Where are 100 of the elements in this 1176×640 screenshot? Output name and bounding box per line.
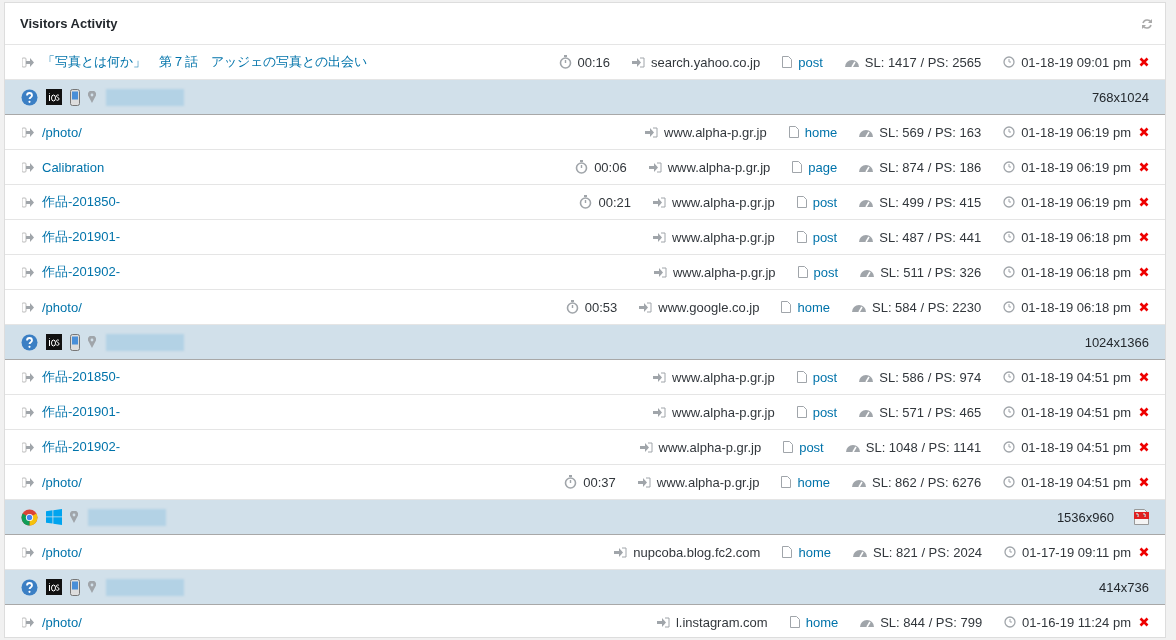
- page-title-link[interactable]: /photo/: [42, 299, 82, 315]
- screen-resolution-text: 1024x1366: [1084, 334, 1149, 350]
- exit-icon: [22, 56, 34, 68]
- delete-icon[interactable]: [1139, 57, 1149, 67]
- stopwatch-icon: [565, 300, 579, 314]
- page-type-link[interactable]: post: [798, 54, 823, 70]
- page-type-link[interactable]: post: [812, 369, 838, 385]
- exit-icon: [22, 231, 34, 243]
- sign-in-icon: [653, 406, 667, 418]
- page-type-link[interactable]: home: [797, 299, 830, 315]
- referrer-text: www.alpha-p.gr.jp: [658, 439, 762, 455]
- clock-icon: [1004, 546, 1017, 558]
- page-type-link[interactable]: home: [805, 614, 839, 630]
- exit-icon: [22, 441, 34, 453]
- location-pin-icon: [88, 581, 96, 593]
- exit-icon: [22, 301, 34, 313]
- stats-text: SL: 1417 / PS: 2565: [864, 54, 982, 70]
- stats-text: SL: 821 / PS: 2024: [872, 544, 983, 560]
- delete-icon[interactable]: [1139, 197, 1149, 207]
- page-title-link[interactable]: 作品-201901-: [42, 403, 121, 421]
- ios-logo-icon: [46, 334, 62, 350]
- page-type-link[interactable]: post: [812, 194, 838, 210]
- stopwatch-icon: [579, 195, 593, 209]
- delete-icon[interactable]: [1139, 407, 1149, 417]
- refresh-icon[interactable]: [1141, 17, 1153, 30]
- page-title-link[interactable]: 作品-201902-: [42, 263, 121, 281]
- mobile-phone-icon: [70, 578, 80, 596]
- duration-text: 00:06: [594, 159, 627, 175]
- delete-icon[interactable]: [1139, 442, 1149, 452]
- page-type-link[interactable]: post: [813, 264, 839, 280]
- page-title-link[interactable]: 作品-201850-: [42, 368, 121, 386]
- document-icon: [792, 161, 803, 173]
- delete-icon[interactable]: [1139, 372, 1149, 382]
- sign-in-icon: [648, 161, 662, 173]
- page-type-link[interactable]: home: [798, 544, 831, 560]
- location-pin-icon: [88, 336, 96, 348]
- document-icon: [782, 56, 793, 68]
- delete-icon[interactable]: [1139, 267, 1149, 277]
- document-icon: [781, 476, 792, 488]
- page-title-link[interactable]: 作品-201902-: [42, 438, 121, 456]
- page-title-link[interactable]: /photo/: [42, 614, 82, 630]
- document-icon: [797, 266, 808, 278]
- browser-logo-icon: [21, 508, 38, 526]
- exit-icon: [22, 266, 34, 278]
- location-pin-icon: [88, 91, 96, 103]
- page-title-link[interactable]: 作品-201850-: [42, 193, 121, 211]
- stats-text: SL: 511 / PS: 326: [880, 264, 982, 280]
- duration-text: 00:16: [577, 54, 611, 70]
- page-type-link[interactable]: home: [804, 124, 838, 140]
- delete-icon[interactable]: [1139, 162, 1149, 172]
- stats-text: SL: 584 / PS: 2230: [872, 299, 982, 315]
- ios-logo-icon: [46, 89, 62, 105]
- sign-in-icon: [654, 266, 667, 278]
- page-title-link[interactable]: /photo/: [42, 124, 82, 140]
- page-type-link[interactable]: home: [797, 474, 830, 490]
- timestamp-text: 01-18-19 06:18 pm: [1021, 229, 1131, 245]
- timestamp-text: 01-18-19 06:19 pm: [1021, 159, 1131, 175]
- exit-icon: [22, 196, 34, 208]
- exit-icon: [22, 546, 34, 558]
- sign-in-icon: [653, 231, 667, 243]
- page-type-link[interactable]: post: [812, 404, 838, 420]
- page-title-link[interactable]: /photo/: [42, 474, 82, 490]
- stats-text: SL: 862 / PS: 6276: [872, 474, 982, 490]
- stats-text: SL: 1048 / PS: 1141: [865, 439, 982, 455]
- referrer-text: l.instagram.com: [675, 614, 768, 630]
- question-mark-icon: [21, 578, 38, 596]
- delete-icon[interactable]: [1139, 547, 1149, 557]
- stats-text: SL: 569 / PS: 163: [879, 124, 982, 140]
- stats-text: SL: 487 / PS: 441: [879, 229, 982, 245]
- document-icon: [796, 231, 807, 243]
- referrer-text: www.alpha-p.gr.jp: [672, 194, 775, 210]
- sign-in-icon: [645, 126, 659, 138]
- page-title-link[interactable]: 「写真とは何か」 第７話 アッジェの写真との出会い: [42, 53, 367, 71]
- page-type-link[interactable]: post: [799, 439, 824, 455]
- stopwatch-icon: [558, 55, 572, 69]
- page-title-link[interactable]: 作品-201901-: [42, 228, 121, 246]
- page-type-link[interactable]: page: [808, 159, 838, 175]
- timestamp-text: 01-18-19 06:18 pm: [1021, 264, 1131, 280]
- location-pin-icon: [70, 511, 78, 523]
- page-title-link[interactable]: /photo/: [42, 544, 82, 560]
- page-title-link[interactable]: Calibration: [42, 159, 105, 175]
- timestamp-text: 01-17-19 09:11 pm: [1022, 544, 1131, 560]
- delete-icon[interactable]: [1139, 232, 1149, 242]
- sign-in-icon: [639, 441, 653, 453]
- document-icon: [789, 616, 800, 628]
- mobile-phone-icon: [70, 333, 80, 351]
- document-icon: [782, 546, 793, 558]
- stats-text: SL: 499 / PS: 415: [879, 194, 982, 210]
- referrer-text: www.alpha-p.gr.jp: [656, 474, 760, 490]
- delete-icon[interactable]: [1139, 617, 1149, 627]
- stopwatch-icon: [564, 475, 578, 489]
- delete-icon[interactable]: [1139, 302, 1149, 312]
- delete-icon[interactable]: [1139, 127, 1149, 137]
- clock-icon: [1003, 301, 1016, 313]
- screen-resolution-text: 1536x960: [1056, 509, 1114, 525]
- delete-icon[interactable]: [1139, 477, 1149, 487]
- clock-icon: [1004, 616, 1017, 628]
- referrer-text: search.yahoo.co.jp: [651, 54, 761, 70]
- page-type-link[interactable]: post: [812, 229, 838, 245]
- stats-text: SL: 874 / PS: 186: [879, 159, 982, 175]
